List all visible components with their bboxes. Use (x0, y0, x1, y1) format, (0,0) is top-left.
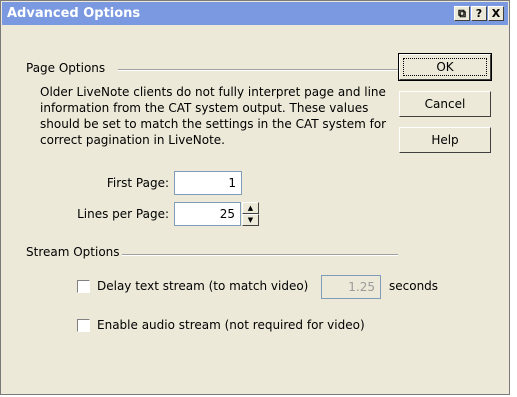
window-title: Advanced Options (7, 6, 141, 21)
help-button[interactable]: Help (399, 127, 491, 153)
ok-focus-rect (403, 58, 487, 76)
lines-per-page-label: Lines per Page: (77, 207, 169, 221)
restore-window-button[interactable]: ⧉ (454, 6, 470, 21)
title-bar[interactable]: Advanced Options ⧉ ? X (2, 2, 508, 25)
lines-per-page-spin-up[interactable]: ▲ (242, 202, 259, 214)
advanced-options-dialog: Advanced Options ⧉ ? X Page Options Olde… (0, 0, 510, 395)
page-options-description: Older LiveNote clients do not fully inte… (40, 85, 387, 147)
stream-options-group-label: Stream Options (26, 245, 120, 259)
delay-seconds-input: 1.25 (321, 275, 381, 299)
page-options-group-label: Page Options (26, 61, 106, 75)
delay-seconds-unit: seconds (389, 279, 439, 293)
delay-text-stream-checkbox[interactable] (77, 280, 90, 293)
cancel-button[interactable]: Cancel (399, 91, 491, 117)
ok-button[interactable]: OK (398, 53, 492, 81)
stream-options-divider (122, 254, 398, 256)
delay-text-stream-label[interactable]: Delay text stream (to match video) (97, 279, 308, 293)
first-page-input[interactable]: 1 (174, 171, 242, 195)
lines-per-page-input[interactable]: 25 (174, 202, 241, 226)
close-window-button[interactable]: X (488, 6, 504, 21)
enable-audio-stream-label[interactable]: Enable audio stream (not required for vi… (97, 318, 365, 332)
enable-audio-stream-checkbox[interactable] (77, 319, 90, 332)
page-options-divider (118, 69, 401, 71)
first-page-label: First Page: (106, 176, 169, 190)
help-question-button[interactable]: ? (471, 6, 487, 21)
lines-per-page-spin-down[interactable]: ▼ (242, 214, 259, 226)
